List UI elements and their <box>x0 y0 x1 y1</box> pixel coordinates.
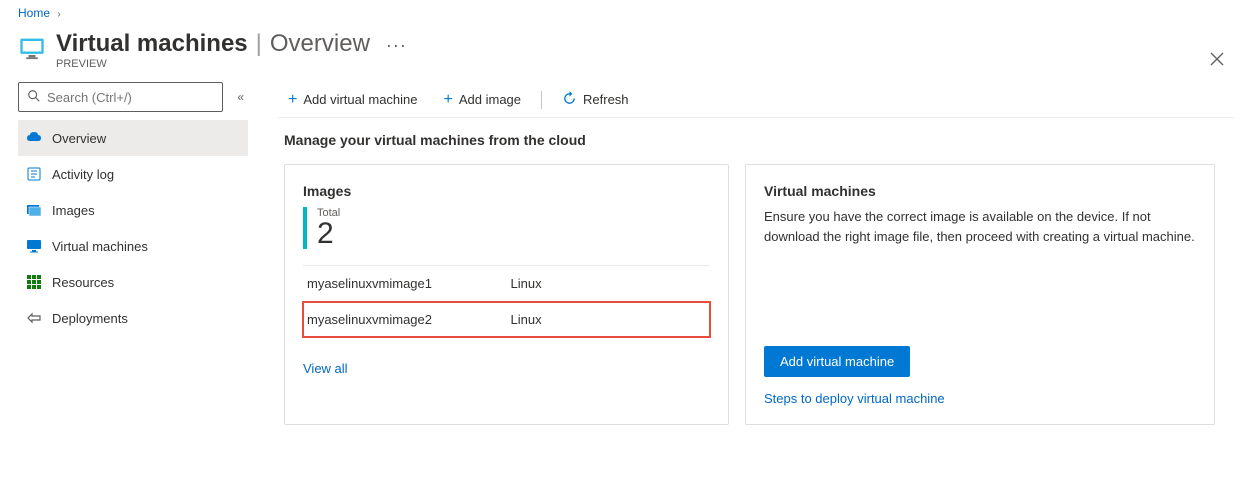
search-input[interactable] <box>47 90 214 105</box>
sidebar-item-label: Deployments <box>52 311 128 326</box>
image-name-cell: myaselinuxvmimage1 <box>303 266 507 302</box>
page-section: Overview <box>270 30 370 58</box>
sidebar-item-label: Resources <box>52 275 114 290</box>
images-card: Images Total 2 myaselinuxvmimage1 Linux … <box>284 164 729 425</box>
sidebar-item-label: Overview <box>52 131 106 146</box>
steps-link[interactable]: Steps to deploy virtual machine <box>764 391 1196 406</box>
preview-label: PREVIEW <box>56 58 1234 70</box>
cloud-icon <box>26 130 42 146</box>
sidebar-item-images[interactable]: Images <box>18 192 248 228</box>
sidebar-item-overview[interactable]: Overview <box>18 120 248 156</box>
image-os-cell: Linux <box>507 302 711 338</box>
images-icon <box>26 202 42 218</box>
log-icon <box>26 166 42 182</box>
command-bar: + Add virtual machine + Add image Refres… <box>278 82 1234 118</box>
vm-card-title: Virtual machines <box>764 183 1196 199</box>
sidebar-item-vms[interactable]: Virtual machines <box>18 228 248 264</box>
deployments-icon <box>26 310 42 326</box>
title-separator: | <box>256 30 262 58</box>
accent-bar <box>303 207 307 249</box>
cmd-label: Refresh <box>583 92 629 107</box>
view-all-link[interactable]: View all <box>303 361 348 376</box>
plus-icon: + <box>288 91 297 109</box>
image-os-cell: Linux <box>507 266 711 302</box>
cmd-label: Add image <box>459 92 521 107</box>
refresh-icon <box>562 91 577 109</box>
add-vm-primary-button[interactable]: Add virtual machine <box>764 346 910 377</box>
subheader: Manage your virtual machines from the cl… <box>284 132 1234 148</box>
search-icon <box>27 89 41 106</box>
sidebar: « Overview Activity log Images Virtual m… <box>18 82 248 425</box>
sidebar-item-activitylog[interactable]: Activity log <box>18 156 248 192</box>
sidebar-item-resources[interactable]: Resources <box>18 264 248 300</box>
breadcrumb: Home › <box>0 0 1252 26</box>
breadcrumb-home[interactable]: Home <box>18 6 50 20</box>
more-actions-button[interactable]: ··· <box>386 35 407 56</box>
close-icon[interactable] <box>1206 48 1228 74</box>
sidebar-item-label: Activity log <box>52 167 114 182</box>
images-table: myaselinuxvmimage1 Linux myaselinuxvmima… <box>303 265 710 337</box>
sidebar-item-label: Images <box>52 203 95 218</box>
vm-icon <box>26 238 42 254</box>
vm-card: Virtual machines Ensure you have the cor… <box>745 164 1215 425</box>
total-count: 2 <box>317 219 340 249</box>
images-card-title: Images <box>303 183 710 199</box>
vm-card-description: Ensure you have the correct image is ava… <box>764 207 1196 246</box>
chevron-right-icon: › <box>57 9 60 20</box>
cmd-label: Add virtual machine <box>303 92 417 107</box>
sidebar-item-label: Virtual machines <box>52 239 148 254</box>
page-header: Virtual machines | Overview ··· PREVIEW <box>0 26 1252 78</box>
table-row[interactable]: myaselinuxvmimage1 Linux <box>303 266 710 302</box>
refresh-button[interactable]: Refresh <box>552 82 639 117</box>
table-row[interactable]: myaselinuxvmimage2 Linux <box>303 302 710 338</box>
collapse-sidebar-icon[interactable]: « <box>233 86 248 108</box>
main-content: + Add virtual machine + Add image Refres… <box>248 82 1234 425</box>
sidebar-search[interactable] <box>18 82 223 112</box>
vm-resource-icon <box>18 34 46 62</box>
divider <box>541 91 542 109</box>
sidebar-item-deployments[interactable]: Deployments <box>18 300 248 336</box>
plus-icon: + <box>444 91 453 109</box>
image-name-cell: myaselinuxvmimage2 <box>303 302 507 338</box>
resources-icon <box>26 274 42 290</box>
add-vm-button[interactable]: + Add virtual machine <box>278 82 428 117</box>
add-image-button[interactable]: + Add image <box>434 82 532 117</box>
page-title: Virtual machines <box>56 30 248 58</box>
